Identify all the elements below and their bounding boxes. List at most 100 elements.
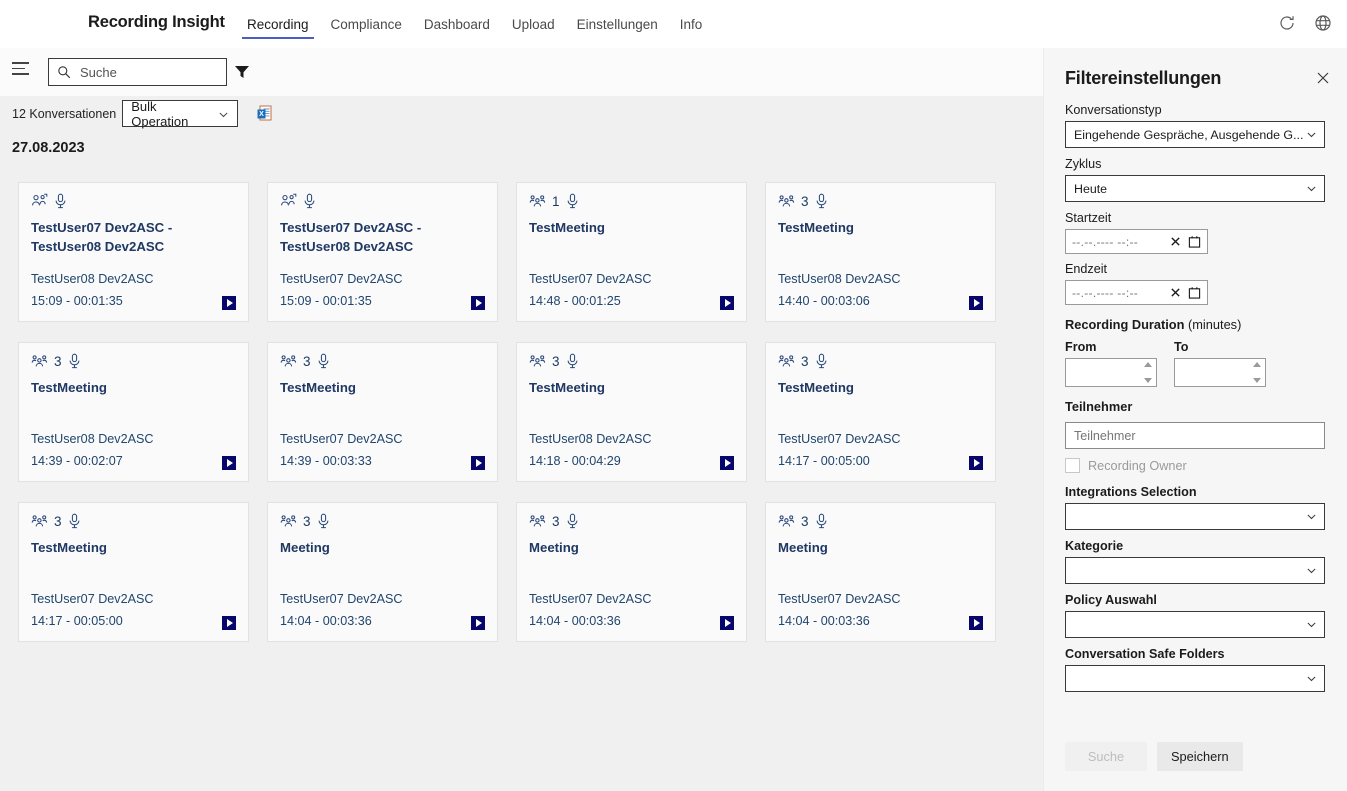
- card-time: 14:04 - 00:03:36: [280, 614, 372, 628]
- card-owner: TestUser07 Dev2ASC: [280, 272, 403, 286]
- filter-panel-buttons: Suche Speichern: [1065, 742, 1243, 771]
- card-title: TestMeeting: [31, 540, 107, 555]
- search-input[interactable]: [78, 63, 218, 81]
- conversation-card[interactable]: 3 TestMeeting TestUser08 Dev2ASC 14:39 - 00…: [18, 342, 249, 482]
- card-title: TestMeeting: [778, 220, 854, 235]
- nav-link-info[interactable]: Info: [669, 0, 714, 48]
- play-icon[interactable]: [969, 616, 983, 630]
- play-icon[interactable]: [720, 616, 734, 630]
- card-time: 14:17 - 00:05:00: [778, 454, 870, 468]
- bulk-operation-dropdown[interactable]: Bulk Operation: [122, 99, 239, 129]
- participant-count: 3: [552, 353, 560, 369]
- recording-owner-checkbox[interactable]: [1065, 458, 1080, 473]
- stepper-down-icon[interactable]: [1252, 378, 1261, 383]
- conversation-card[interactable]: 3 Meeting TestUser07 Dev2ASC 14:04 - 00:03:…: [267, 502, 498, 642]
- card-time: 14:40 - 00:03:06: [778, 294, 870, 308]
- startzeit-field[interactable]: --.--.---- --:--: [1065, 229, 1208, 254]
- microphone-icon: [815, 353, 828, 369]
- duration-from-label: From: [1065, 340, 1097, 354]
- teilnehmer-label: Teilnehmer: [1065, 399, 1133, 414]
- chevron-down-icon: [218, 108, 229, 119]
- microphone-icon: [815, 193, 828, 209]
- play-icon[interactable]: [969, 456, 983, 470]
- participant-count: 3: [801, 353, 809, 369]
- conversation-card[interactable]: 3 TestMeeting TestUser07 Dev2ASC 14:17 - 00…: [18, 502, 249, 642]
- filter-settings-panel: Filtereinstellungen Konversationstyp Ein…: [1043, 48, 1347, 791]
- calendar-icon[interactable]: [1188, 286, 1201, 299]
- card-title: Meeting: [778, 540, 828, 555]
- nav-link-dashboard[interactable]: Dashboard: [413, 0, 501, 48]
- filter-icon[interactable]: [234, 64, 250, 80]
- microphone-icon: [566, 193, 579, 209]
- conversation-card[interactable]: 3 TestMeeting TestUser08 Dev2ASC 14:40 - 00…: [765, 182, 996, 322]
- integrations-selection-dropdown[interactable]: [1065, 503, 1325, 530]
- card-time: 14:18 - 00:04:29: [529, 454, 621, 468]
- microphone-icon: [68, 353, 81, 369]
- policy-auswahl-dropdown[interactable]: [1065, 611, 1325, 638]
- play-icon[interactable]: [969, 296, 983, 310]
- close-icon[interactable]: [1315, 70, 1331, 86]
- conversation-card[interactable]: 3 TestMeeting TestUser07 Dev2ASC 14:17 - 00…: [765, 342, 996, 482]
- kategorie-dropdown[interactable]: [1065, 557, 1325, 584]
- nav-link-recording[interactable]: Recording: [236, 0, 320, 48]
- conversation-card[interactable]: 1 TestMeeting TestUser07 Dev2ASC 14:48 - 00…: [516, 182, 747, 322]
- stepper-down-icon[interactable]: [1143, 378, 1152, 383]
- filter-search-button[interactable]: Suche: [1065, 742, 1147, 771]
- clear-endzeit-icon[interactable]: [1170, 287, 1181, 298]
- calendar-icon[interactable]: [1188, 235, 1201, 248]
- conversation-safe-folders-dropdown[interactable]: [1065, 665, 1325, 692]
- meeting-participants-icon: [31, 513, 48, 530]
- stepper-up-icon[interactable]: [1143, 362, 1152, 367]
- konversationstyp-dropdown[interactable]: Eingehende Gespräche, Ausgehende G...: [1065, 121, 1325, 148]
- play-icon[interactable]: [222, 616, 236, 630]
- microphone-icon: [317, 513, 330, 529]
- chevron-down-icon: [1306, 183, 1317, 194]
- search-input-wrapper[interactable]: [48, 58, 227, 86]
- play-icon[interactable]: [471, 456, 485, 470]
- teilnehmer-input[interactable]: [1065, 422, 1325, 449]
- duration-to-stepper[interactable]: [1174, 358, 1266, 387]
- duration-from-stepper[interactable]: [1065, 358, 1157, 387]
- play-icon[interactable]: [471, 616, 485, 630]
- refresh-icon[interactable]: [1277, 13, 1297, 33]
- play-icon[interactable]: [222, 296, 236, 310]
- microphone-icon: [54, 193, 67, 209]
- play-icon[interactable]: [720, 456, 734, 470]
- endzeit-field[interactable]: --.--.---- --:--: [1065, 280, 1208, 305]
- play-icon[interactable]: [222, 456, 236, 470]
- nav-link-upload[interactable]: Upload: [501, 0, 566, 48]
- conversation-card[interactable]: TestUser07 Dev2ASC - TestUser08 Dev2ASC T…: [267, 182, 498, 322]
- conversation-count: 12 Konversationen: [12, 106, 117, 121]
- conversation-card[interactable]: 3 TestMeeting TestUser08 Dev2ASC 14:18 - 00…: [516, 342, 747, 482]
- zyklus-dropdown[interactable]: Heute: [1065, 175, 1325, 202]
- conversation-card[interactable]: 3 Meeting TestUser07 Dev2ASC 14:04 - 00:03:…: [516, 502, 747, 642]
- duration-inputs: From To: [1065, 340, 1326, 387]
- conversation-card[interactable]: 3 Meeting TestUser07 Dev2ASC 14:04 - 00:03:…: [765, 502, 996, 642]
- card-header: 3: [529, 352, 734, 370]
- duration-to: To: [1174, 340, 1266, 387]
- microphone-icon: [566, 513, 579, 529]
- play-icon[interactable]: [471, 296, 485, 310]
- endzeit-placeholder: --.--.---- --:--: [1072, 285, 1139, 300]
- stepper-arrows[interactable]: [1251, 362, 1262, 383]
- recording-owner-row[interactable]: Recording Owner: [1065, 458, 1326, 473]
- stepper-arrows[interactable]: [1142, 362, 1153, 383]
- stepper-up-icon[interactable]: [1252, 362, 1261, 367]
- duration-to-label: To: [1174, 340, 1189, 354]
- card-header: 3: [31, 512, 236, 530]
- filter-save-button[interactable]: Speichern: [1157, 742, 1243, 771]
- list-toolbar: 12 Konversationen Bulk Operation X: [12, 99, 275, 129]
- excel-export-icon[interactable]: X: [255, 104, 275, 124]
- conversation-card[interactable]: 3 TestMeeting TestUser07 Dev2ASC 14:39 - 00…: [267, 342, 498, 482]
- nav-link-compliance[interactable]: Compliance: [320, 0, 413, 48]
- top-right-icons: [1277, 13, 1333, 33]
- conversation-card[interactable]: TestUser07 Dev2ASC - TestUser08 Dev2ASC T…: [18, 182, 249, 322]
- card-time: 14:39 - 00:03:33: [280, 454, 372, 468]
- hamburger-icon[interactable]: [12, 62, 32, 82]
- participant-count: 3: [552, 513, 560, 529]
- nav-link-einstellungen[interactable]: Einstellungen: [566, 0, 669, 48]
- play-icon[interactable]: [720, 296, 734, 310]
- globe-icon[interactable]: [1313, 13, 1333, 33]
- clear-startzeit-icon[interactable]: [1170, 236, 1181, 247]
- card-header: 3: [280, 512, 485, 530]
